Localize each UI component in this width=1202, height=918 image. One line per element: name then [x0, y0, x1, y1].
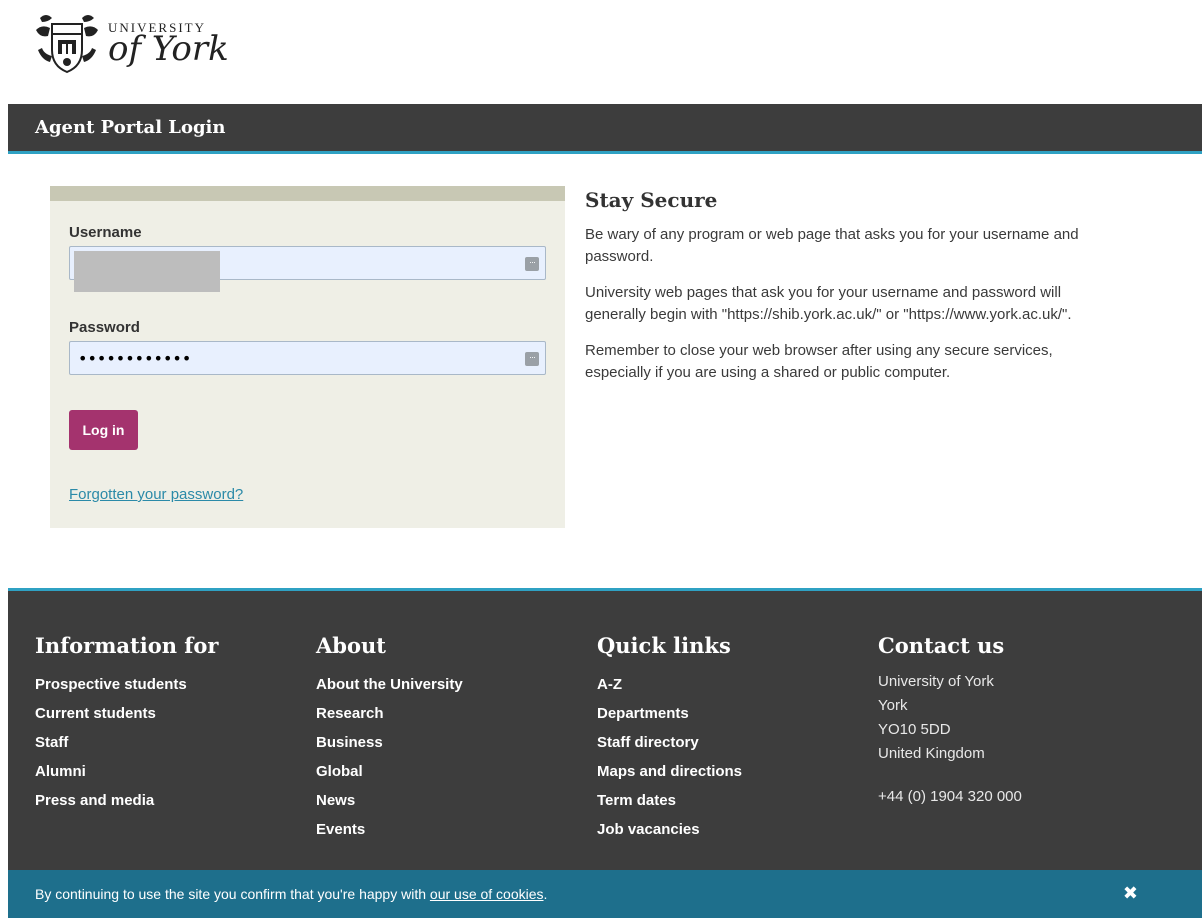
footer-link[interactable]: Job vacancies [597, 815, 742, 844]
page-title: Agent Portal Login [35, 117, 226, 138]
password-label: Password [69, 319, 140, 336]
wordmark: UNIVERSITY of York [108, 20, 229, 66]
username-label: Username [69, 224, 142, 241]
password-input[interactable] [70, 342, 545, 374]
secure-paragraph-3: Remember to close your web browser after… [585, 342, 1053, 381]
crest-icon [36, 15, 98, 74]
address-line: YO10 5DD [878, 721, 951, 738]
secure-paragraph-1: Be wary of any program or web page that … [585, 226, 1079, 265]
close-icon[interactable]: ✖ [1123, 883, 1138, 904]
address-line: University of York [878, 673, 994, 690]
footer-link[interactable]: Research [316, 699, 463, 728]
cookie-suffix: . [543, 886, 548, 902]
username-field-wrapper: ··· [69, 246, 546, 292]
contact-phone[interactable]: +44 (0) 1904 320 000 [878, 788, 1022, 805]
footer-link[interactable]: Maps and directions [597, 757, 742, 786]
footer-link[interactable]: Term dates [597, 786, 742, 815]
title-bar: Agent Portal Login [8, 104, 1202, 154]
footer-link[interactable]: Alumni [35, 757, 218, 786]
footer-link[interactable]: Staff [35, 728, 218, 757]
password-field-wrapper: ··· [69, 341, 546, 375]
footer-heading-contact: Contact us [878, 633, 1005, 658]
brand-line2: of York [108, 29, 229, 69]
stay-secure-heading: Stay Secure [585, 188, 718, 212]
forgot-password-link[interactable]: Forgotten your password? [69, 486, 243, 503]
secure-paragraph-2: University web pages that ask you for yo… [585, 284, 1072, 323]
cookie-policy-link[interactable]: our use of cookies [430, 886, 544, 902]
footer-link[interactable]: Departments [597, 699, 742, 728]
panel-top-strip [50, 186, 565, 201]
site-header: UNIVERSITY of York [0, 0, 1202, 104]
address-line: York [878, 697, 908, 714]
autofill-key-icon[interactable]: ··· [525, 352, 539, 366]
stay-secure-section: Stay Secure Be wary of any program or we… [585, 188, 1105, 398]
footer-heading-information: Information for [35, 633, 219, 658]
address-line: United Kingdom [878, 745, 985, 762]
footer-link[interactable]: Business [316, 728, 463, 757]
redacted-username [74, 251, 220, 292]
footer-link[interactable]: Staff directory [597, 728, 742, 757]
cookie-banner: By continuing to use the site you confir… [8, 870, 1202, 918]
footer-col-contact: Contact us University of York York YO10 … [878, 633, 1022, 805]
footer-link[interactable]: Prospective students [35, 670, 218, 699]
footer-link[interactable]: Press and media [35, 786, 218, 815]
footer-col-quick-links: Quick links A-Z Departments Staff direct… [597, 633, 742, 844]
footer: Information for Prospective students Cur… [8, 588, 1202, 918]
login-panel: Username ··· Password ··· Log in Forgott… [50, 186, 565, 528]
footer-link[interactable]: A-Z [597, 670, 742, 699]
footer-link[interactable]: Global [316, 757, 463, 786]
footer-heading-quick-links: Quick links [597, 633, 731, 658]
autofill-key-icon[interactable]: ··· [525, 257, 539, 271]
footer-col-about: About About the University Research Busi… [316, 633, 463, 844]
cookie-text: By continuing to use the site you confir… [35, 886, 430, 902]
university-logo[interactable]: UNIVERSITY of York [32, 10, 232, 76]
footer-link[interactable]: News [316, 786, 463, 815]
cookie-message: By continuing to use the site you confir… [35, 886, 547, 902]
footer-link[interactable]: About the University [316, 670, 463, 699]
footer-col-information: Information for Prospective students Cur… [35, 633, 218, 815]
footer-link[interactable]: Events [316, 815, 463, 844]
footer-heading-about: About [316, 633, 386, 658]
login-button[interactable]: Log in [69, 410, 138, 450]
footer-link[interactable]: Current students [35, 699, 218, 728]
